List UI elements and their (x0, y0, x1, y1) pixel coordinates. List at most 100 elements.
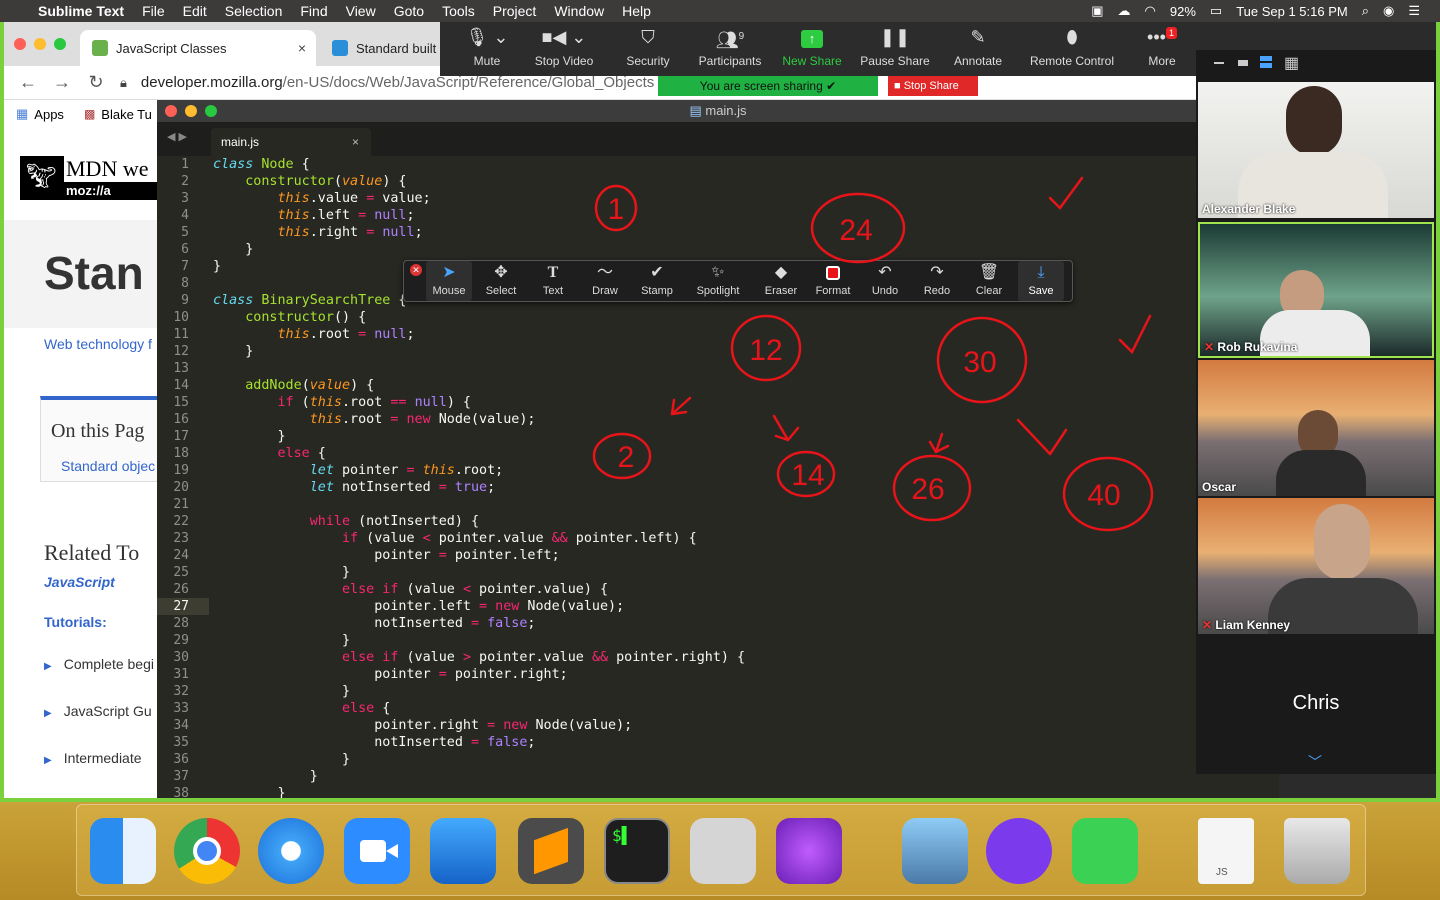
tool-clear[interactable]: 🗑︎ Clear (966, 261, 1012, 301)
menu-view[interactable]: View (346, 3, 376, 19)
zoom-window-button[interactable] (54, 38, 66, 50)
mute-button[interactable]: 🎙︎ ⌄ Mute (452, 22, 522, 76)
url-field[interactable]: developer.mozilla.org/en-US/docs/Web/Jav… (141, 74, 654, 91)
related-item[interactable]: ▶ Complete begi (44, 656, 154, 672)
minimize-window-button[interactable] (34, 38, 46, 50)
chevron-down-icon[interactable]: ﹀ (1308, 752, 1322, 772)
video-tile-active-speaker[interactable]: ✕ Rob Rukavina (1198, 222, 1434, 358)
menu-tools[interactable]: Tools (442, 3, 475, 19)
facetime-icon[interactable] (1072, 818, 1138, 884)
tool-format[interactable]: Format (810, 261, 856, 301)
stop-video-button[interactable]: ■◀ ⌄ Stop Video (528, 22, 600, 76)
zoom-window-button[interactable] (205, 105, 217, 117)
related-item[interactable]: ▶ JavaScript Gu (44, 703, 152, 719)
preview-icon[interactable] (902, 818, 968, 884)
stop-share-button[interactable]: ■ Stop Share (888, 76, 978, 96)
camera-status-icon[interactable]: ▣ (1091, 3, 1103, 19)
pause-share-button[interactable]: ❚❚ Pause Share (854, 22, 936, 76)
chrome-icon[interactable] (174, 818, 240, 884)
bookmark-apps[interactable]: Apps (34, 107, 64, 122)
remote-control-button[interactable]: ⬮ Remote Control (1022, 22, 1122, 76)
code-line: } (213, 786, 286, 801)
expand-triangle-icon[interactable]: ▶ (44, 661, 52, 672)
tool-draw[interactable]: 〜 Draw (582, 261, 628, 301)
participants-button[interactable]: 👥︎9 Participants (690, 22, 770, 76)
more-button[interactable]: ••• 1 More (1132, 22, 1192, 76)
menu-goto[interactable]: Goto (394, 3, 424, 19)
back-icon[interactable]: ← (18, 72, 38, 93)
tutorials-heading: Tutorials: (44, 614, 107, 630)
video-tile-no-video[interactable]: Chris (1198, 636, 1434, 770)
xcode-icon[interactable] (430, 818, 496, 884)
menu-help[interactable]: Help (622, 3, 651, 19)
related-item[interactable]: ▶ Intermediate (44, 750, 142, 766)
tool-redo[interactable]: ↷ Redo (914, 261, 960, 301)
tab-main-js[interactable]: main.js × (211, 128, 371, 156)
app-menu[interactable]: Sublime Text (38, 3, 124, 19)
menu-find[interactable]: Find (300, 3, 327, 19)
tab-javascript-classes[interactable]: JavaScript Classes × (80, 30, 316, 66)
wifi-icon[interactable]: ◠ (1145, 3, 1156, 19)
battery-icon[interactable]: ▭ (1210, 3, 1222, 19)
siri-icon[interactable]: ◉ (1383, 3, 1394, 19)
security-button[interactable]: ⛉ Security (616, 22, 680, 76)
close-tab-icon[interactable]: × (298, 40, 306, 56)
zoom-icon[interactable] (344, 818, 410, 884)
tool-save[interactable]: ⤓ Save (1018, 261, 1064, 301)
calculator-icon[interactable] (690, 818, 756, 884)
reload-icon[interactable]: ↻ (86, 72, 106, 93)
spotlight-icon[interactable]: ⌕ (1362, 3, 1369, 19)
lock-icon[interactable]: 🔒︎ (120, 75, 127, 91)
minimize-window-button[interactable] (185, 105, 197, 117)
cloud-icon[interactable]: ☁ (1118, 3, 1131, 19)
related-javascript-link[interactable]: JavaScript (44, 574, 115, 590)
apps-grid-icon[interactable]: ▦ (16, 106, 28, 122)
menu-project[interactable]: Project (493, 3, 537, 19)
js-file-icon[interactable]: JS (1198, 818, 1254, 884)
imovie-icon[interactable] (776, 818, 842, 884)
close-annotation-icon[interactable]: ✕ (410, 264, 422, 276)
tool-stamp[interactable]: ✔ Stamp (634, 261, 680, 301)
bookmark-blake[interactable]: Blake Tu (101, 107, 152, 122)
forward-icon[interactable]: → (52, 72, 72, 93)
tool-undo[interactable]: ↶ Undo (862, 261, 908, 301)
menu-window[interactable]: Window (554, 3, 604, 19)
tool-select[interactable]: ✥ Select (478, 261, 524, 301)
tab-standard-built-in[interactable]: Standard built (320, 30, 440, 66)
close-tab-icon[interactable]: × (352, 128, 359, 156)
mdn-logo[interactable]: 🦖︎ MDN we moz://a (20, 156, 160, 200)
new-share-button[interactable]: ↑ New Share (778, 22, 846, 76)
video-tile[interactable]: Alexander Blake (1198, 82, 1434, 218)
code-area[interactable]: class Node { constructor(value) { this.v… (213, 156, 745, 801)
menu-selection[interactable]: Selection (225, 3, 283, 19)
video-tile[interactable]: ✕ Liam Kenney (1198, 498, 1434, 634)
menu-edit[interactable]: Edit (183, 3, 207, 19)
clock[interactable]: Tue Sep 1 5:16 PM (1236, 4, 1348, 19)
side-by-side-icon[interactable] (1260, 56, 1272, 68)
terminal-icon[interactable]: $▌ (604, 818, 670, 884)
finder-icon[interactable] (90, 818, 156, 884)
video-tile[interactable]: Oscar (1198, 360, 1434, 496)
sublime-text-icon[interactable] (518, 818, 584, 884)
on-this-page-link[interactable]: Standard objec (61, 458, 155, 474)
safari-icon[interactable] (258, 818, 324, 884)
hide-video-icon[interactable] (1238, 60, 1248, 66)
tab-title: JavaScript Classes (116, 40, 227, 56)
expand-triangle-icon[interactable]: ▶ (44, 708, 52, 719)
menu-file[interactable]: File (142, 3, 165, 19)
breadcrumb-link[interactable]: Web technology f (44, 336, 152, 352)
github-desktop-icon[interactable] (986, 818, 1052, 884)
close-window-button[interactable] (165, 105, 177, 117)
tool-spotlight[interactable]: ✨︎ Spotlight (688, 261, 748, 301)
expand-triangle-icon[interactable]: ▶ (44, 755, 52, 766)
annotate-button[interactable]: ✎ Annotate (946, 22, 1010, 76)
tab-nav-arrows-icon[interactable]: ◀ ▶ (167, 130, 187, 143)
close-window-button[interactable] (14, 38, 26, 50)
notification-center-icon[interactable]: ☰ (1408, 3, 1420, 19)
tool-eraser[interactable]: ◆ Eraser (756, 261, 806, 301)
gallery-view-icon[interactable]: ▦ (1284, 53, 1299, 73)
trash-icon[interactable] (1284, 818, 1350, 884)
tool-text[interactable]: T Text (530, 261, 576, 301)
tool-mouse[interactable]: ➤ Mouse (426, 261, 472, 301)
minimize-icon[interactable] (1214, 62, 1224, 64)
